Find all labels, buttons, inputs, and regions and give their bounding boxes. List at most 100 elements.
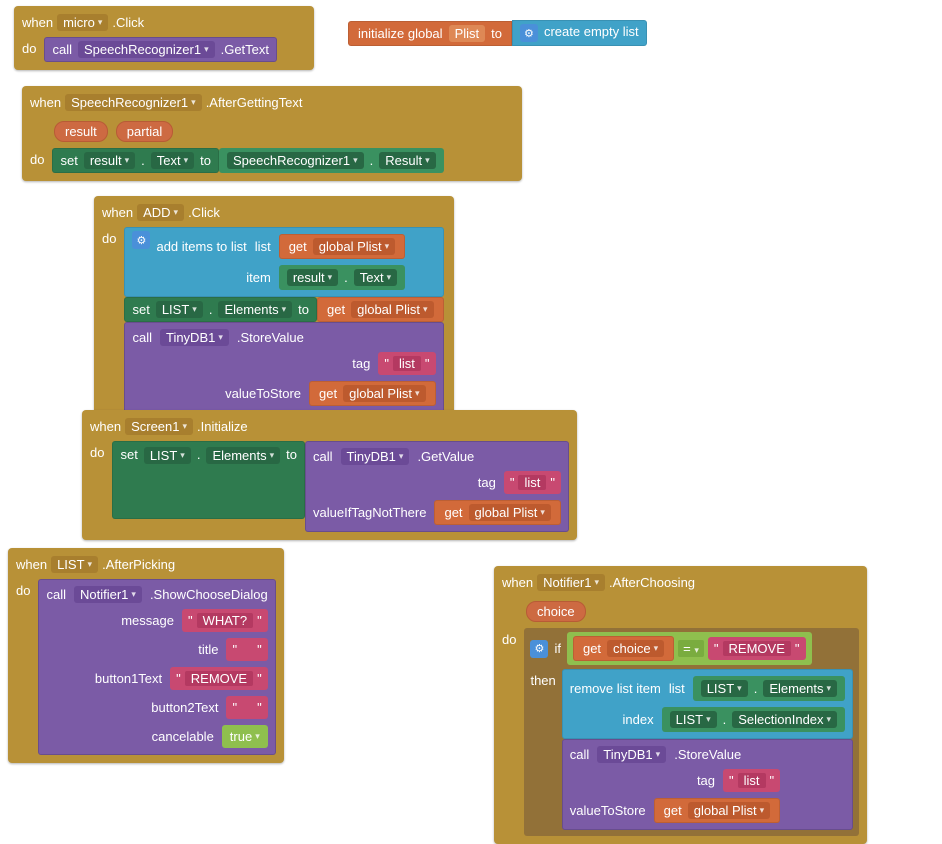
component-dropdown[interactable]: SpeechRecognizer1 ▾ (65, 94, 202, 111)
component-dropdown[interactable]: result ▾ (84, 152, 135, 169)
call-getvalue[interactable]: call TinyDB1 ▾ .GetValue tag " list " (305, 441, 569, 532)
chevron-down-icon: ▾ (654, 643, 659, 654)
event-notifier-afterchoosing[interactable]: when Notifier1 ▾ .AfterChoosing choice d… (494, 566, 867, 844)
component-dropdown[interactable]: Notifier1 ▾ (74, 586, 142, 603)
property-dropdown[interactable]: Text ▾ (151, 152, 194, 169)
get-plist[interactable]: get global Plist ▾ (317, 297, 443, 322)
event-add-click[interactable]: when ADD ▾ .Click do ⚙ add items to list… (94, 196, 454, 421)
op-dropdown[interactable]: = ▾ (678, 640, 704, 657)
component-dropdown[interactable]: TinyDB1 ▾ (160, 329, 229, 346)
get-plist[interactable]: get global Plist ▾ (654, 798, 780, 823)
param-partial[interactable]: partial (116, 121, 173, 142)
chevron-down-icon: ▾ (131, 589, 136, 600)
chevron-down-icon: ▾ (415, 388, 420, 399)
chevron-down-icon: ▾ (270, 450, 275, 461)
property-dropdown[interactable]: Elements ▾ (218, 301, 292, 318)
event-micro-click[interactable]: when micro ▾ .Click do call SpeechRecogn… (14, 6, 314, 70)
property-dropdown[interactable]: Elements ▾ (763, 680, 837, 697)
set-result-text[interactable]: set result ▾ . Text ▾ to (52, 148, 219, 173)
chevron-down-icon: ▾ (98, 17, 103, 28)
component-dropdown[interactable]: LIST ▾ (144, 447, 191, 464)
component-dropdown[interactable]: result ▾ (287, 269, 338, 286)
text-what[interactable]: "WHAT?" (182, 609, 268, 632)
var-dropdown[interactable]: global Plist ▾ (313, 238, 395, 255)
chevron-down-icon: ▾ (328, 272, 333, 283)
call-storevalue[interactable]: call TinyDB1 ▾ .StoreValue tag " list " (124, 322, 443, 413)
chevron-down-icon: ▾ (125, 155, 130, 166)
list-selectionindex[interactable]: LIST ▾ . SelectionIndex ▾ (662, 707, 845, 732)
text-remove[interactable]: "REMOVE" (170, 667, 268, 690)
component-dropdown[interactable]: micro ▾ (57, 14, 108, 31)
event-screen1-initialize[interactable]: when Screen1 ▾ .Initialize do set LIST ▾… (82, 410, 577, 540)
when-kw: when (22, 15, 53, 30)
get-result-text[interactable]: result ▾ . Text ▾ (279, 265, 405, 290)
chevron-down-icon: ▾ (88, 559, 93, 570)
var-dropdown[interactable]: global Plist ▾ (343, 385, 425, 402)
call-showchoosedialog[interactable]: call Notifier1 ▾ .ShowChooseDialog messa… (38, 579, 275, 755)
component-dropdown[interactable]: TinyDB1 ▾ (597, 746, 666, 763)
component-dropdown[interactable]: SpeechRecognizer1 ▾ (227, 152, 364, 169)
property-dropdown[interactable]: SelectionIndex ▾ (732, 711, 837, 728)
set-list-elements[interactable]: set LIST ▾ . Elements ▾ to (124, 297, 317, 322)
get-sr-result[interactable]: SpeechRecognizer1 ▾ . Result ▾ (219, 148, 444, 173)
chevron-down-icon: ▾ (180, 450, 185, 461)
component-dropdown[interactable]: TinyDB1 ▾ (341, 448, 410, 465)
logic-true[interactable]: true ▾ (222, 725, 268, 748)
get-plist[interactable]: get global Plist ▾ (434, 500, 560, 525)
get-choice[interactable]: get choice ▾ (573, 636, 674, 661)
text-list[interactable]: " list " (504, 471, 561, 494)
gear-icon[interactable]: ⚙ (132, 231, 150, 249)
component-dropdown[interactable]: LIST ▾ (156, 301, 203, 318)
event-sr-aftergettingtext[interactable]: when SpeechRecognizer1 ▾ .AfterGettingTe… (22, 86, 522, 181)
equals-block[interactable]: get choice ▾ = ▾ "REMOVE" (567, 632, 812, 665)
event-name: .Click (112, 15, 144, 30)
chevron-down-icon: ▾ (184, 155, 189, 166)
param-choice[interactable]: choice (526, 601, 586, 622)
gear-icon[interactable]: ⚙ (530, 640, 548, 658)
var-name-field[interactable]: Plist (449, 25, 486, 42)
text-empty[interactable]: "" (226, 638, 267, 661)
add-items-to-list[interactable]: ⚙ add items to list list get global Plis… (124, 227, 443, 297)
property-dropdown[interactable]: Result ▾ (379, 152, 435, 169)
var-dropdown[interactable]: global Plist ▾ (688, 802, 770, 819)
call-storevalue[interactable]: call TinyDB1 ▾ .StoreValue tag "l (562, 739, 853, 830)
gear-icon[interactable]: ⚙ (520, 24, 538, 42)
var-dropdown[interactable]: global Plist ▾ (351, 301, 433, 318)
init-global-plist[interactable]: initialize global Plist to ⚙ create empt… (348, 20, 647, 46)
chevron-down-icon: ▾ (191, 97, 196, 108)
component-dropdown[interactable]: SpeechRecognizer1 ▾ (78, 41, 215, 58)
param-result[interactable]: result (54, 121, 108, 142)
component-dropdown[interactable]: Notifier1 ▾ (537, 574, 605, 591)
chevron-down-icon: ▾ (282, 304, 287, 315)
get-plist[interactable]: get global Plist ▾ (309, 381, 435, 406)
text-list[interactable]: " list " (378, 352, 435, 375)
create-empty-list[interactable]: ⚙ create empty list (512, 20, 647, 46)
chevron-down-icon: ▾ (425, 155, 430, 166)
chevron-down-icon: ▾ (694, 645, 699, 655)
if-block[interactable]: ⚙ if get choice ▾ = ▾ "REM (524, 628, 859, 836)
component-dropdown[interactable]: Screen1 ▾ (125, 418, 193, 435)
component-dropdown[interactable]: LIST ▾ (51, 556, 98, 573)
text-remove[interactable]: "REMOVE" (708, 637, 806, 660)
chevron-down-icon: ▾ (387, 272, 392, 283)
list-elements[interactable]: LIST ▾ . Elements ▾ (693, 676, 845, 701)
chevron-down-icon: ▾ (183, 421, 188, 432)
component-dropdown[interactable]: LIST ▾ (701, 680, 748, 697)
var-dropdown[interactable]: choice ▾ (607, 640, 664, 657)
event-list-afterpicking[interactable]: when LIST ▾ .AfterPicking do call Notifi… (8, 548, 284, 763)
set-list-elements[interactable]: set LIST ▾ . Elements ▾ to (112, 441, 305, 519)
call-getText[interactable]: call SpeechRecognizer1 ▾ .GetText (44, 37, 277, 62)
do-label: do (22, 37, 38, 56)
chevron-down-icon: ▾ (540, 507, 545, 518)
remove-list-item[interactable]: remove list item list LIST ▾ . E (562, 669, 853, 739)
text-empty[interactable]: "" (226, 696, 267, 719)
text-list[interactable]: "list" (723, 769, 780, 792)
get-plist[interactable]: get global Plist ▾ (279, 234, 405, 259)
component-dropdown[interactable]: LIST ▾ (670, 711, 717, 728)
property-dropdown[interactable]: Elements ▾ (206, 447, 280, 464)
chevron-down-icon: ▾ (423, 304, 428, 315)
var-dropdown[interactable]: global Plist ▾ (469, 504, 551, 521)
component-dropdown[interactable]: ADD ▾ (137, 204, 184, 221)
chevron-down-icon: ▾ (760, 805, 765, 816)
property-dropdown[interactable]: Text ▾ (354, 269, 397, 286)
